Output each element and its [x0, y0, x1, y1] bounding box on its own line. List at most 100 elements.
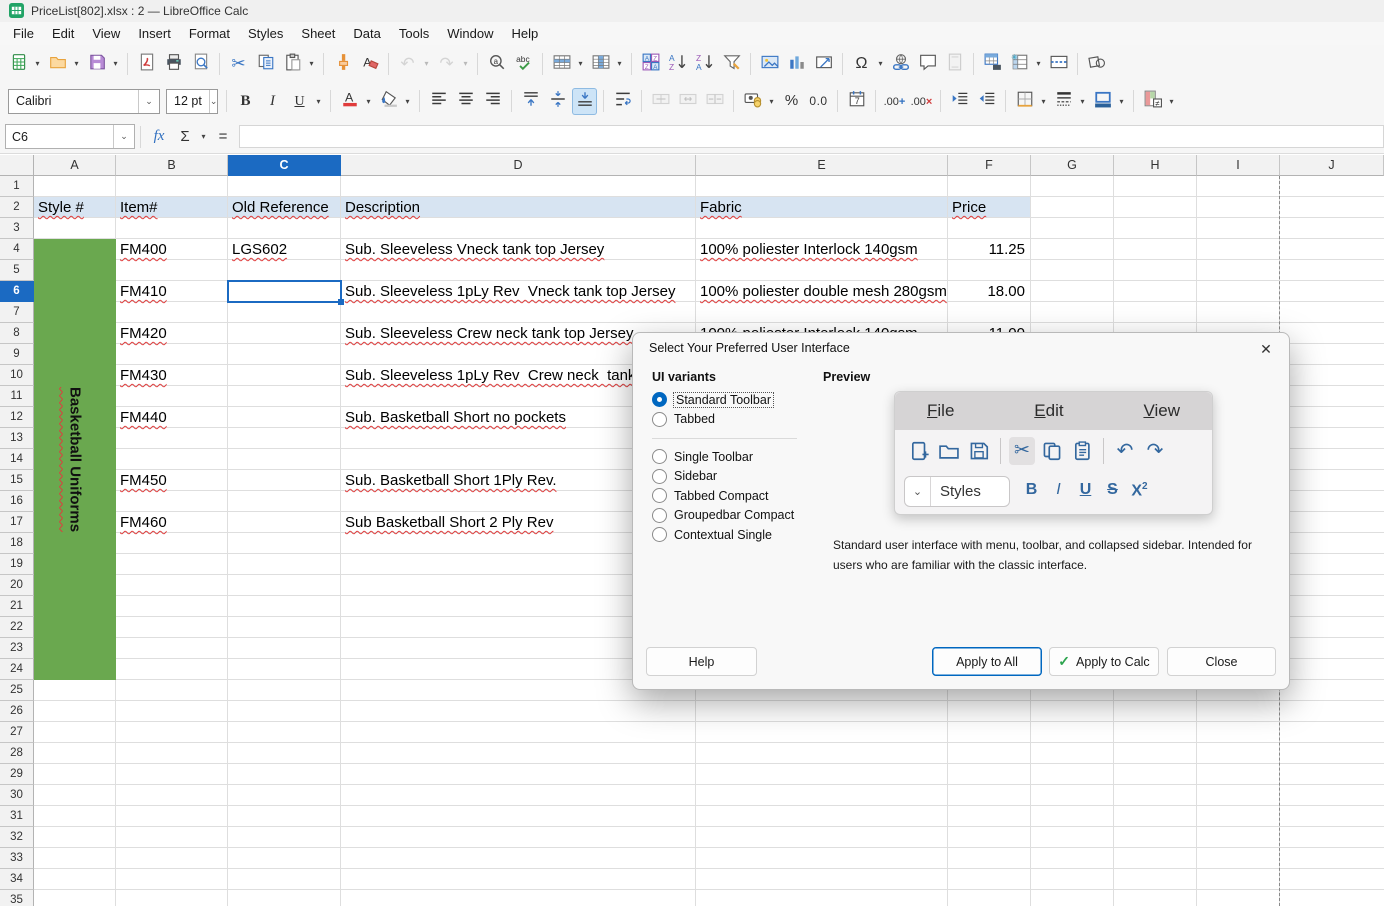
cell-B8[interactable]: FM420	[120, 323, 167, 344]
font-color-button[interactable]: A	[337, 88, 362, 115]
menu-insert[interactable]: Insert	[129, 24, 180, 43]
format-date-button[interactable]: 7	[844, 88, 869, 115]
wrap-text-button[interactable]	[610, 88, 635, 115]
menu-format[interactable]: Format	[180, 24, 239, 43]
cell-D17[interactable]: Sub Basketball Short 2 Ply Rev	[345, 512, 553, 533]
row-header-31[interactable]: 31	[0, 806, 34, 827]
center-vertically-button[interactable]	[545, 88, 570, 115]
align-right-button[interactable]	[480, 88, 505, 115]
cell-F2[interactable]: Price	[952, 197, 986, 218]
special-character-button[interactable]: Ω	[849, 50, 874, 77]
column-header-C[interactable]: C	[228, 155, 341, 176]
menu-styles[interactable]: Styles	[239, 24, 292, 43]
row-header-27[interactable]: 27	[0, 722, 34, 743]
cell-D8[interactable]: Sub. Sleeveless Crew neck tank top Jerse…	[345, 323, 633, 344]
row-header-15[interactable]: 15	[0, 470, 34, 491]
copy-button[interactable]	[253, 50, 278, 77]
export-pdf-button[interactable]	[134, 50, 159, 77]
radio-contextual-single[interactable]: Contextual Single	[652, 525, 797, 545]
radio-tabbed-compact[interactable]: Tabbed Compact	[652, 486, 797, 506]
border-color-dropdown[interactable]: ▾	[1116, 88, 1127, 115]
autofilter-button[interactable]	[719, 50, 744, 77]
fill-handle[interactable]	[338, 299, 344, 305]
radio-single-toolbar[interactable]: Single Toolbar	[652, 447, 797, 467]
radio-tabbed[interactable]: Tabbed	[652, 410, 797, 430]
cell-B10[interactable]: FM430	[120, 365, 167, 386]
align-top-button[interactable]	[518, 88, 543, 115]
cell-E6[interactable]: 100% poliester double mesh 280gsm	[700, 281, 947, 302]
sum-button[interactable]: Σ	[172, 124, 198, 150]
split-window-button[interactable]	[1046, 50, 1071, 77]
insert-hyperlink-button[interactable]	[888, 50, 913, 77]
row-header-25[interactable]: 25	[0, 680, 34, 701]
menu-help[interactable]: Help	[502, 24, 547, 43]
row-dropdown[interactable]: ▾	[575, 50, 586, 77]
menu-window[interactable]: Window	[438, 24, 502, 43]
merged-cell-basketball-uniforms[interactable]: Basketball Uniforms	[34, 239, 116, 680]
column-header-A[interactable]: A	[34, 155, 116, 176]
column-header-J[interactable]: J	[1280, 155, 1384, 176]
active-cell-selection[interactable]	[227, 280, 342, 303]
row-header-11[interactable]: 11	[0, 386, 34, 407]
decrease-indent-button[interactable]	[974, 88, 999, 115]
menu-data[interactable]: Data	[344, 24, 389, 43]
column-header-E[interactable]: E	[696, 155, 948, 176]
new-document-dropdown[interactable]: ▾	[32, 50, 43, 77]
row-header-22[interactable]: 22	[0, 617, 34, 638]
row-header-18[interactable]: 18	[0, 533, 34, 554]
row-header-2[interactable]: 2	[0, 197, 34, 218]
cell-B12[interactable]: FM440	[120, 407, 167, 428]
row-header-23[interactable]: 23	[0, 638, 34, 659]
sort-descending-button[interactable]: ZA	[692, 50, 717, 77]
bold-button[interactable]: B	[233, 88, 258, 115]
row-header-10[interactable]: 10	[0, 365, 34, 386]
save-dropdown[interactable]: ▾	[110, 50, 121, 77]
print-preview-button[interactable]	[188, 50, 213, 77]
freeze-rows-columns-dropdown[interactable]: ▾	[1033, 50, 1044, 77]
open-dropdown[interactable]: ▾	[71, 50, 82, 77]
cell-C2[interactable]: Old Reference	[232, 197, 329, 218]
clone-formatting-button[interactable]	[330, 50, 355, 77]
format-currency-button[interactable]	[740, 88, 765, 115]
row-header-35[interactable]: 35	[0, 890, 34, 906]
cell-D4[interactable]: Sub. Sleeveless Vneck tank top Jersey	[345, 239, 604, 260]
cell-D10[interactable]: Sub. Sleeveless 1pLy Rev Crew neck tank …	[345, 365, 652, 386]
insert-image-button[interactable]	[757, 50, 782, 77]
row-header-3[interactable]: 3	[0, 218, 34, 239]
highlighting-color-button[interactable]	[376, 88, 401, 115]
cell-D2[interactable]: Description	[345, 197, 420, 218]
cell-F4[interactable]: 11.25	[951, 239, 1025, 260]
radio-sidebar[interactable]: Sidebar	[652, 467, 797, 487]
menu-edit[interactable]: Edit	[43, 24, 83, 43]
radio-groupedbar-compact[interactable]: Groupedbar Compact	[652, 506, 797, 526]
highlighting-color-dropdown[interactable]: ▾	[402, 88, 413, 115]
paste-dropdown[interactable]: ▾	[306, 50, 317, 77]
new-document-button[interactable]	[6, 50, 31, 77]
cell-C4[interactable]: LGS602	[232, 239, 287, 260]
sort-ascending-button[interactable]: AZ	[665, 50, 690, 77]
help-button[interactable]: Help	[646, 647, 757, 676]
font-size-combo[interactable]: 12 pt⌄	[166, 89, 218, 114]
column-header-D[interactable]: D	[341, 155, 696, 176]
column-header-F[interactable]: F	[948, 155, 1031, 176]
row-header-21[interactable]: 21	[0, 596, 34, 617]
spelling-button[interactable]: abc	[511, 50, 536, 77]
align-bottom-button[interactable]	[572, 88, 597, 115]
cell-B4[interactable]: FM400	[120, 239, 167, 260]
cell-D15[interactable]: Sub. Basketball Short 1Ply Rev.	[345, 470, 557, 491]
menu-sheet[interactable]: Sheet	[292, 24, 344, 43]
apply-to-calc-button[interactable]: ✓ Apply to Calc	[1049, 647, 1159, 676]
insert-chart-button[interactable]	[784, 50, 809, 77]
row-header-29[interactable]: 29	[0, 764, 34, 785]
row-header-26[interactable]: 26	[0, 701, 34, 722]
row-header-9[interactable]: 9	[0, 344, 34, 365]
row-header-24[interactable]: 24	[0, 659, 34, 680]
row-header-12[interactable]: 12	[0, 407, 34, 428]
cell-B15[interactable]: FM450	[120, 470, 167, 491]
cell-D6[interactable]: Sub. Sleeveless 1pLy Rev Vneck tank top …	[345, 281, 675, 302]
formula-button[interactable]: =	[210, 124, 236, 150]
row-header-28[interactable]: 28	[0, 743, 34, 764]
column-header-H[interactable]: H	[1114, 155, 1197, 176]
show-draw-functions-button[interactable]	[1084, 50, 1109, 77]
menu-tools[interactable]: Tools	[390, 24, 438, 43]
